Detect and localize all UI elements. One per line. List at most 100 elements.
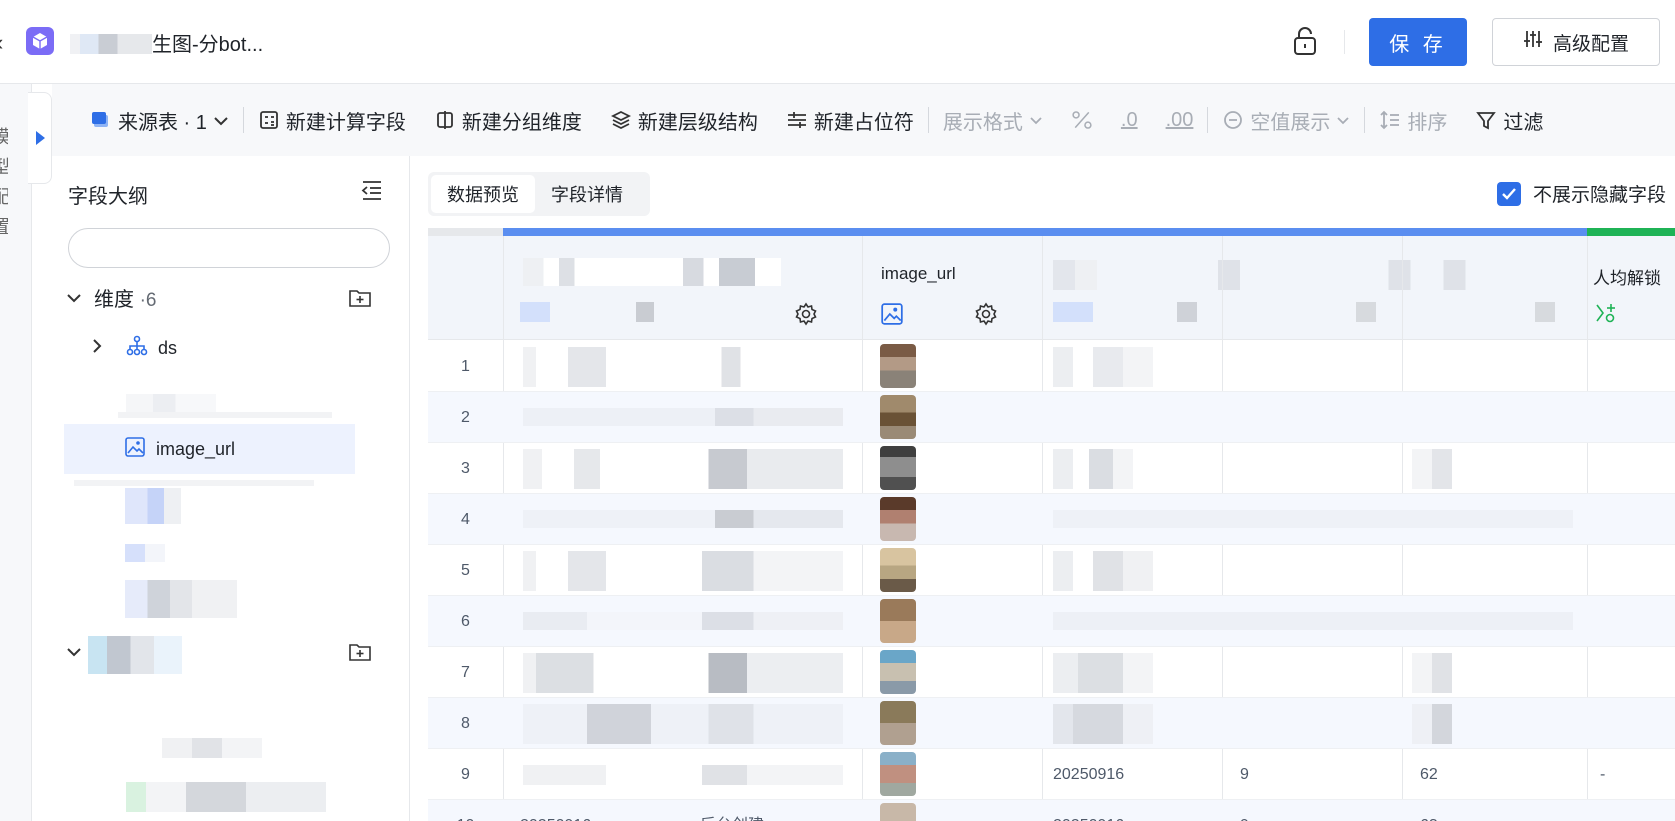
column-settings-gear-icon[interactable]	[794, 302, 818, 326]
decimal-double-icon: .00	[1165, 108, 1194, 131]
header-bar: ‹ 生图-分bot... 保 存 高级配置	[0, 0, 1675, 84]
collapse-panel-icon[interactable]	[360, 178, 386, 204]
expand-panel-toggle[interactable]	[28, 92, 52, 184]
redacted-cell	[523, 765, 843, 785]
measure-type-icon	[1594, 302, 1618, 326]
filter-button[interactable]: 过滤	[1461, 100, 1557, 140]
table-row[interactable]: 9 20250916 9 62 -	[428, 749, 1675, 800]
table-cell: 9	[1240, 766, 1249, 783]
redacted-cell	[523, 612, 843, 630]
redacted-field	[126, 782, 326, 812]
chevron-down-icon	[66, 286, 82, 309]
image-thumbnail[interactable]	[880, 548, 916, 592]
tab-field-detail[interactable]: 字段详情	[535, 175, 639, 213]
tree-item-label: image_url	[156, 438, 236, 459]
image-thumbnail[interactable]	[880, 446, 916, 490]
table-cell: 20250916	[1053, 800, 1124, 821]
chevron-down-icon	[213, 109, 229, 132]
column-header-image-url[interactable]: image_url	[881, 264, 956, 284]
measure-group-header[interactable]	[66, 636, 82, 666]
row-number: 9	[461, 766, 470, 783]
row-number: 4	[461, 511, 470, 528]
hierarchy-icon	[126, 335, 148, 362]
dimension-group-header[interactable]: 维度 ·6	[66, 282, 156, 312]
null-display-dropdown[interactable]: 空值展示	[1208, 100, 1364, 140]
table-row[interactable]: 7	[428, 647, 1675, 698]
table-row[interactable]: 8	[428, 698, 1675, 749]
image-thumbnail[interactable]	[880, 599, 916, 643]
redacted-cell	[1053, 612, 1573, 630]
redacted-cell	[523, 704, 843, 744]
source-table-dropdown[interactable]: 来源表 · 1	[76, 100, 243, 140]
tree-item-ds[interactable]: ds	[92, 330, 177, 366]
redacted-cell	[1412, 704, 1452, 744]
page-title: 生图-分bot...	[70, 28, 263, 57]
chevron-down-icon	[1336, 109, 1350, 132]
tab-data-preview[interactable]: 数据预览	[431, 175, 535, 213]
table-row[interactable]: 5	[428, 545, 1675, 596]
redacted-type-icon	[1356, 302, 1376, 322]
sort-label: 排序	[1407, 111, 1448, 134]
redacted-field	[125, 544, 165, 562]
redacted-cell	[523, 653, 843, 693]
advanced-config-label: 高级配置	[1552, 33, 1629, 55]
percent-button[interactable]	[1057, 100, 1107, 140]
new-hierarchy-button[interactable]: 新建层级结构	[596, 100, 772, 140]
image-thumbnail[interactable]	[880, 701, 916, 745]
edge-vertical-text: 模 型 配 置	[0, 122, 8, 242]
advanced-config-button[interactable]: 高级配置	[1492, 18, 1660, 66]
add-folder-icon[interactable]	[348, 286, 372, 310]
image-thumbnail[interactable]	[880, 650, 916, 694]
layers-icon	[610, 109, 632, 131]
table-row[interactable]: 6	[428, 596, 1675, 647]
column-settings-gear-icon[interactable]	[974, 302, 998, 326]
minus-circle-icon	[1222, 109, 1244, 131]
decrease-decimal-button[interactable]: .0	[1107, 100, 1152, 140]
table-row[interactable]: 1	[428, 341, 1675, 392]
redacted-cell	[523, 510, 843, 528]
redacted-cell	[523, 449, 843, 489]
table-cell: 62	[1420, 766, 1438, 783]
display-format-label: 展示格式	[942, 111, 1023, 134]
hide-hidden-fields-toggle[interactable]: 不展示隐藏字段	[1497, 180, 1666, 207]
lock-icon[interactable]	[1291, 25, 1319, 57]
table-row[interactable]: 4	[428, 494, 1675, 545]
new-placeholder-button[interactable]: 新建占位符	[772, 100, 928, 140]
filter-icon	[1475, 109, 1497, 131]
new-hierarchy-label: 新建层级结构	[637, 111, 758, 134]
new-calc-field-button[interactable]: 新建计算字段	[244, 100, 420, 140]
sort-button[interactable]: 排序	[1365, 100, 1461, 140]
table-row[interactable]: 10 20250916 后台创建 20250916 9 63 -	[428, 800, 1675, 821]
table-row[interactable]: 2	[428, 392, 1675, 443]
image-thumbnail[interactable]	[880, 344, 916, 388]
redacted-cell	[1053, 551, 1153, 591]
table-row[interactable]: 3	[428, 443, 1675, 494]
increase-decimal-button[interactable]: .00	[1152, 100, 1208, 140]
display-format-dropdown[interactable]: 展示格式	[929, 100, 1057, 140]
new-group-dimension-button[interactable]: 新建分组维度	[420, 100, 596, 140]
back-icon[interactable]: ‹	[0, 30, 12, 55]
image-thumbnail[interactable]	[880, 497, 916, 541]
image-thumbnail[interactable]	[880, 803, 916, 821]
save-button[interactable]: 保 存	[1369, 18, 1467, 66]
row-number: 3	[461, 460, 470, 477]
field-search-input[interactable]	[68, 228, 390, 268]
column-header-avg-unlock[interactable]: 人均解锁	[1593, 264, 1661, 289]
percent-icon	[1071, 109, 1093, 131]
tree-item-image-url[interactable]: image_url	[64, 424, 355, 474]
chevron-down-icon	[66, 640, 82, 663]
dimension-column-bar	[503, 228, 1587, 236]
title-text: 生图-分bot...	[152, 34, 264, 56]
table-cell: 20250916	[1053, 766, 1125, 783]
image-thumbnail[interactable]	[880, 752, 916, 796]
add-folder-icon[interactable]	[348, 640, 372, 664]
image-thumbnail[interactable]	[880, 395, 916, 439]
redacted-type-icon	[520, 302, 550, 322]
redacted-field	[125, 580, 237, 618]
group-dimension-icon	[434, 109, 456, 131]
toolbar: 来源表 · 1 新建计算字段 新建分组维度 新建层级结构 新建占位符 展示格式	[52, 84, 1675, 156]
table-cell: -	[1600, 766, 1606, 783]
redacted-type-icon	[1535, 302, 1555, 322]
row-number: 7	[461, 664, 470, 681]
table-stack-icon	[90, 109, 112, 131]
